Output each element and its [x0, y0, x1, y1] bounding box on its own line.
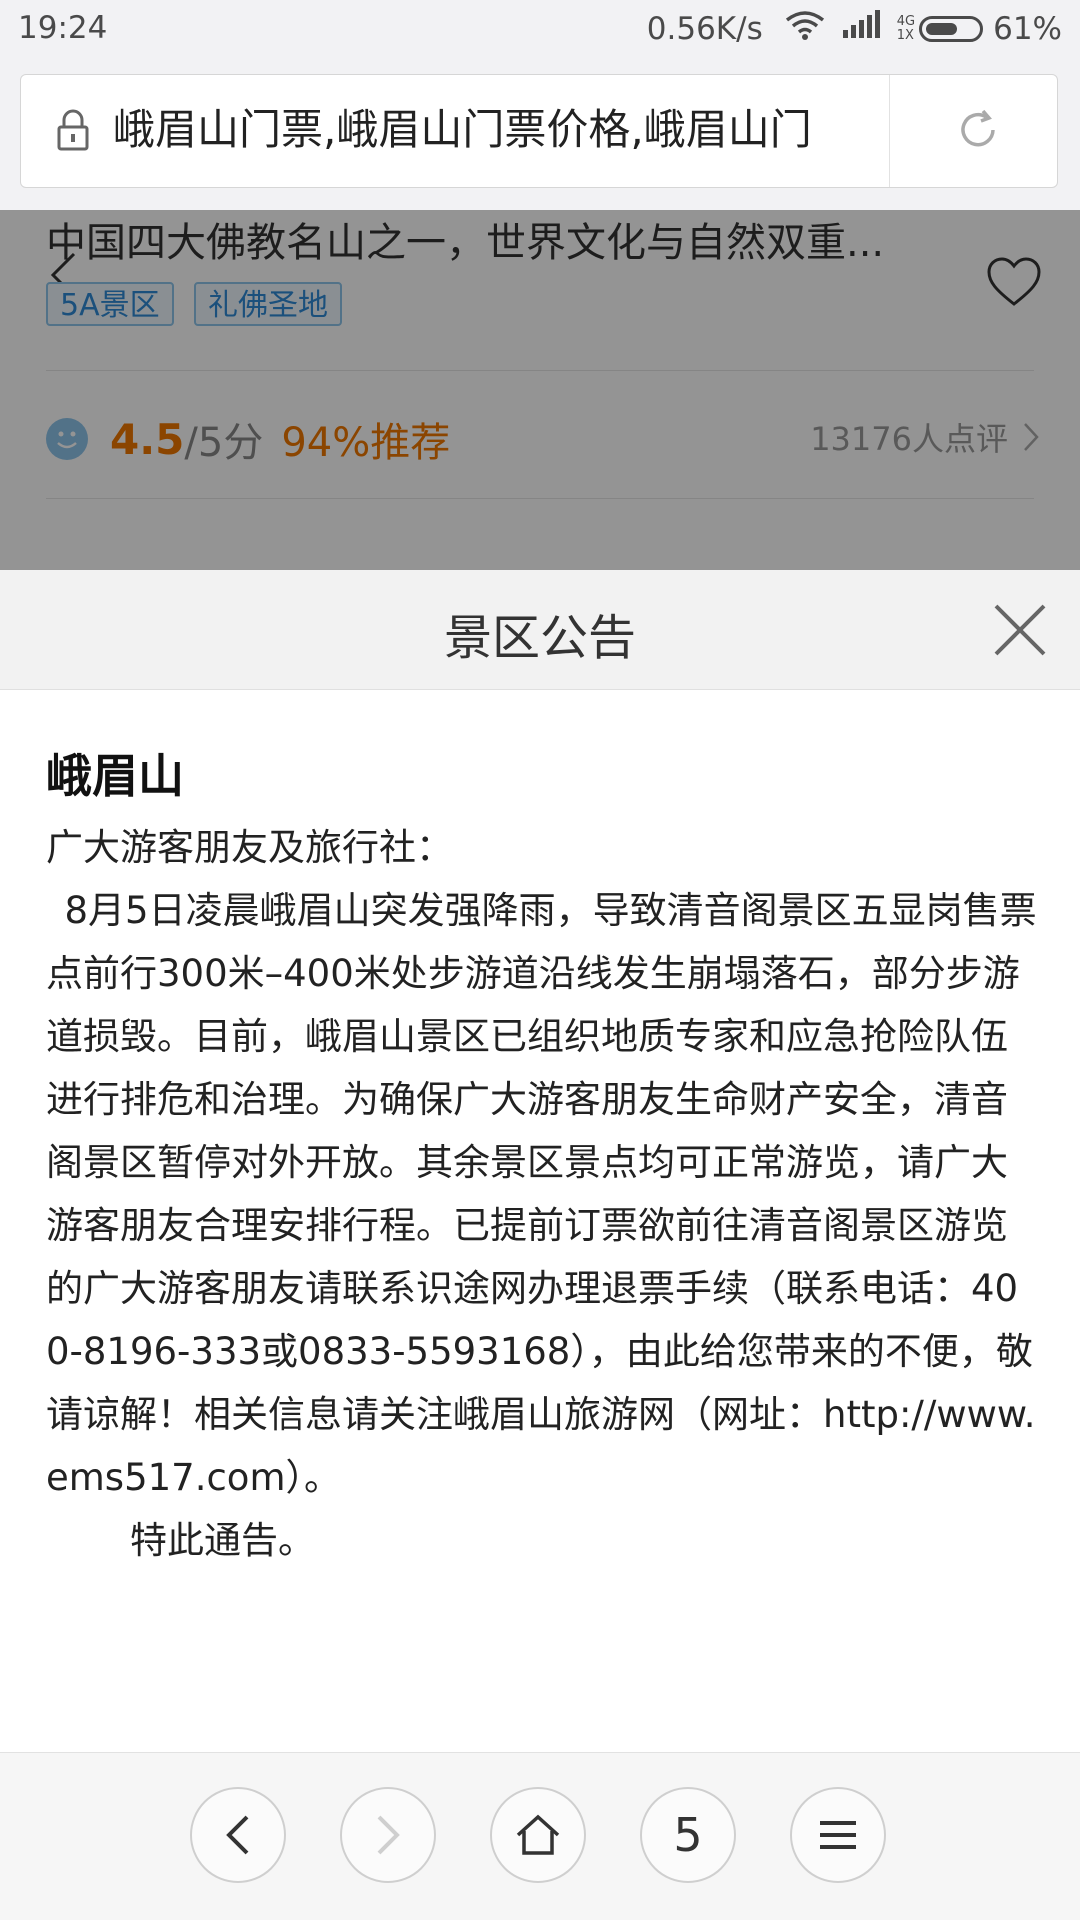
battery-icon — [919, 16, 984, 42]
network-type: 4G 1X — [897, 15, 915, 43]
tabs-button[interactable]: 5 — [640, 1787, 736, 1883]
menu-icon — [820, 1821, 856, 1849]
status-bar: 19:24 0.56K/s 4G 1X 61% — [0, 0, 1080, 60]
forward-button[interactable] — [340, 1787, 436, 1883]
signal-icon — [841, 10, 881, 48]
battery-fill — [926, 23, 958, 35]
status-right: 0.56K/s 4G 1X 61% — [647, 10, 1062, 48]
battery-percent: 61% — [993, 11, 1062, 47]
notice-text: 广大游客朋友及旅行社： 8月5日凌晨峨眉山突发强降雨，导致清音阁景区五显岗售票点… — [46, 816, 1038, 1572]
address-bar[interactable]: 峨眉山门票,峨眉山门票价格,峨眉山门 — [20, 74, 1058, 188]
notice-content: 8月5日凌晨峨眉山突发强降雨，导致清音阁景区五显岗售票点前行300米–400米处… — [46, 889, 1037, 1499]
address-text[interactable]: 峨眉山门票,峨眉山门票价格,峨眉山门 — [113, 99, 893, 161]
lock-icon — [57, 109, 89, 155]
chevron-left-icon — [226, 1815, 249, 1855]
notice-body: 峨眉山 广大游客朋友及旅行社： 8月5日凌晨峨眉山突发强降雨，导致清音阁景区五显… — [0, 690, 1080, 1752]
wifi-icon — [785, 10, 825, 48]
close-icon[interactable] — [990, 600, 1050, 660]
network-type-top: 4G — [896, 14, 916, 29]
tab-count: 5 — [673, 1808, 703, 1862]
home-icon — [516, 1814, 560, 1855]
notice-greeting: 广大游客朋友及旅行社： — [46, 826, 453, 869]
menu-button[interactable] — [790, 1787, 886, 1883]
back-button[interactable] — [190, 1787, 286, 1883]
address-divider — [889, 75, 890, 187]
home-button[interactable] — [490, 1787, 586, 1883]
network-speed: 0.56K/s — [646, 11, 763, 47]
chevron-right-icon — [377, 1815, 400, 1855]
browser-bottom-nav: 5 — [0, 1752, 1080, 1920]
refresh-icon[interactable] — [953, 105, 1003, 159]
browser-toolbar: 峨眉山门票,峨眉山门票价格,峨眉山门 — [0, 60, 1080, 210]
modal-title: 景区公告 — [443, 610, 636, 666]
modal-header: 景区公告 — [0, 570, 1080, 690]
modal-backdrop[interactable] — [0, 210, 1080, 570]
notice-closing: 特此通告。 — [130, 1519, 315, 1562]
spot-name: 峨眉山 — [46, 749, 184, 803]
status-time: 19:24 — [18, 10, 108, 46]
network-type-bottom: 1X — [896, 28, 914, 43]
